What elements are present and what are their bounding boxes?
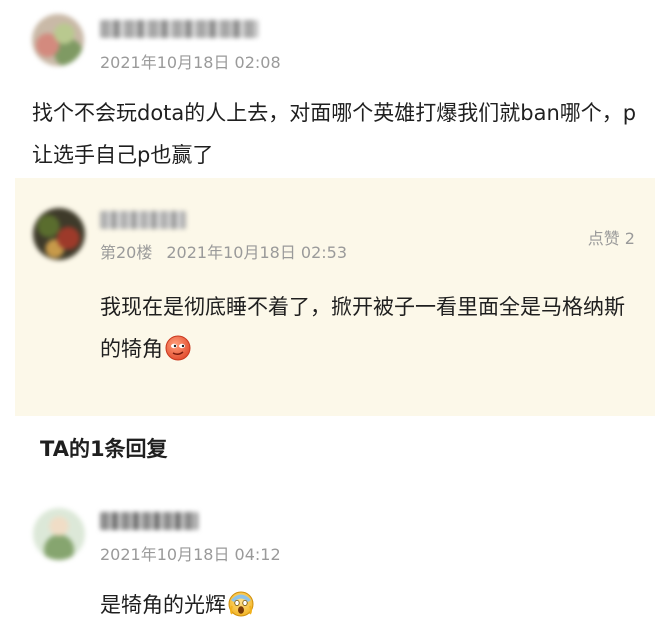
reply-meta: 第20楼 2021年10月18日 02:53 <box>100 239 347 263</box>
reply-timestamp: 2021年10月18日 02:53 <box>166 243 348 262</box>
smirk-face-icon <box>165 335 191 361</box>
avatar[interactable] <box>33 208 85 260</box>
replies-header: TA的1条回复 <box>40 437 168 461</box>
reply-text-line: 我现在是彻底睡不着了，掀开被子一看里面全是马格纳斯的犄角 <box>100 286 645 370</box>
avatar[interactable] <box>33 508 85 560</box>
username-blurred[interactable] <box>100 211 186 229</box>
sub-reply-text-line: 是犄角的光辉 <box>100 584 640 626</box>
comment-thread: 2021年10月18日 02:08 找个不会玩dota的人上去，对面哪个英雄打爆… <box>0 0 661 627</box>
username-blurred[interactable] <box>100 512 198 530</box>
comment-timestamp: 2021年10月18日 02:08 <box>100 53 281 72</box>
sub-reply-text: 是犄角的光辉 <box>100 593 226 617</box>
username-blurred[interactable] <box>100 20 258 38</box>
like-button[interactable]: 点赞 2 <box>588 225 635 249</box>
comment-text: 找个不会玩dota的人上去，对面哪个英雄打爆我们就ban哪个，p让选手自己p也赢… <box>32 101 637 167</box>
floor-number: 第20楼 <box>100 243 153 262</box>
sub-reply-timestamp: 2021年10月18日 04:12 <box>100 545 281 564</box>
screaming-face-icon <box>228 591 254 617</box>
avatar[interactable] <box>32 14 84 66</box>
